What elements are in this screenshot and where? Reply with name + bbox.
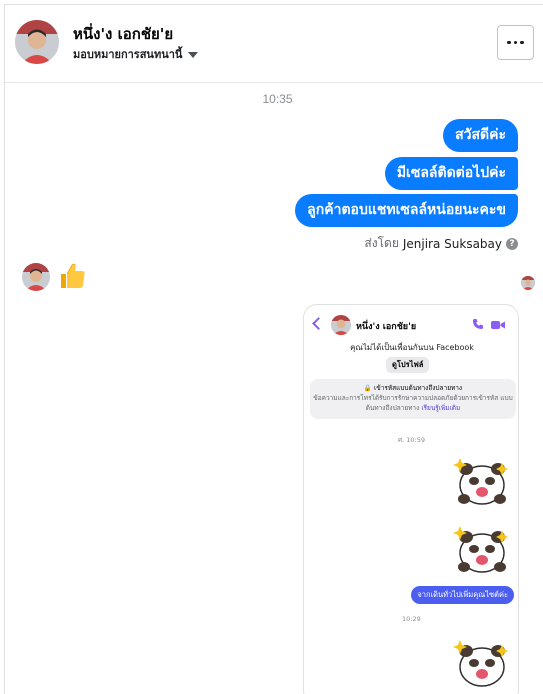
encryption-text: ข้อความและการโทรได้รับการรักษาความปลอดภั… — [313, 394, 513, 412]
outgoing-message[interactable]: สวัสดีค่ะ — [443, 119, 518, 152]
attachment-contact-name: หนึ่ง'ง เอกชัย'ย — [356, 322, 417, 332]
read-receipt-avatar — [521, 276, 535, 290]
sent-by-info: ส่งโดย Jenjira Suksabay ? — [364, 234, 518, 253]
outgoing-message[interactable]: มีเซลล์ติดต่อไปค่ะ — [384, 157, 518, 190]
thumbs-up-icon — [61, 263, 85, 288]
sent-by-agent: Jenjira Suksabay — [402, 236, 502, 251]
contact-avatar[interactable] — [15, 20, 59, 64]
encryption-title: 🔒 เข้ารหัสแบบต้นทางถึงปลายทาง — [363, 384, 463, 392]
dot-icon — [513, 40, 518, 45]
assign-label: มอบหมายการสนทนานี้ — [73, 48, 183, 61]
chevron-down-icon — [188, 51, 199, 58]
encryption-notice: 🔒 เข้ารหัสแบบต้นทางถึงปลายทาง ข้อความและ… — [310, 379, 516, 419]
conversation-header: หนึ่ง'ง เอกชัย'ย มอบหมายการสนทนานี้ — [5, 5, 543, 83]
attachment-timestamp: ศ. 10:59 — [398, 436, 425, 444]
outgoing-message[interactable]: ลูกค้าตอบแชทเซลล์หน่อยนะคะข — [295, 194, 518, 227]
attachment-message: จากเดินทั่วไปเพิ่มคุณไซต์ค่ะ — [411, 586, 514, 604]
view-profile-label: ดูโปรไฟล์ — [386, 357, 430, 373]
encryption-body: ข้อความและการโทรได้รับการรักษาความปลอดภั… — [310, 393, 516, 413]
attachment-timestamp: 10:29 — [402, 615, 421, 623]
dot-icon — [507, 40, 511, 45]
back-arrow-icon — [312, 317, 325, 330]
attachment-avatar — [331, 315, 351, 335]
contact-name[interactable]: หนึ่ง'ง เอกชัย'ย — [73, 22, 173, 46]
more-options-button[interactable] — [497, 25, 534, 60]
chat-panel: หนึ่ง'ง เอกชัย'ย มอบหมายการสนทนานี้ 10:3… — [4, 4, 543, 694]
image-attachment[interactable]: หนึ่ง'ง เอกชัย'ย คุณไม่ได้เป็นเพื่อนกันบ… — [303, 304, 519, 694]
assign-conversation-dropdown[interactable]: มอบหมายการสนทนานี้ — [73, 45, 199, 63]
attachment-subtitle: คุณไม่ได้เป็นเพื่อนกันบน Facebook — [350, 343, 474, 352]
panda-sticker-icon — [453, 458, 508, 505]
video-camera-icon — [491, 321, 505, 329]
panda-sticker-icon — [453, 640, 508, 687]
sent-by-prefix: ส่งโดย — [364, 236, 399, 250]
dot-icon — [520, 40, 524, 45]
learn-more-link: เรียนรู้เพิ่มเติม — [421, 404, 461, 412]
contact-avatar-small[interactable] — [22, 263, 50, 291]
phone-icon — [473, 319, 483, 329]
panda-sticker-icon — [453, 526, 508, 573]
message-timestamp: 10:35 — [262, 92, 293, 106]
help-icon[interactable]: ? — [506, 237, 518, 250]
